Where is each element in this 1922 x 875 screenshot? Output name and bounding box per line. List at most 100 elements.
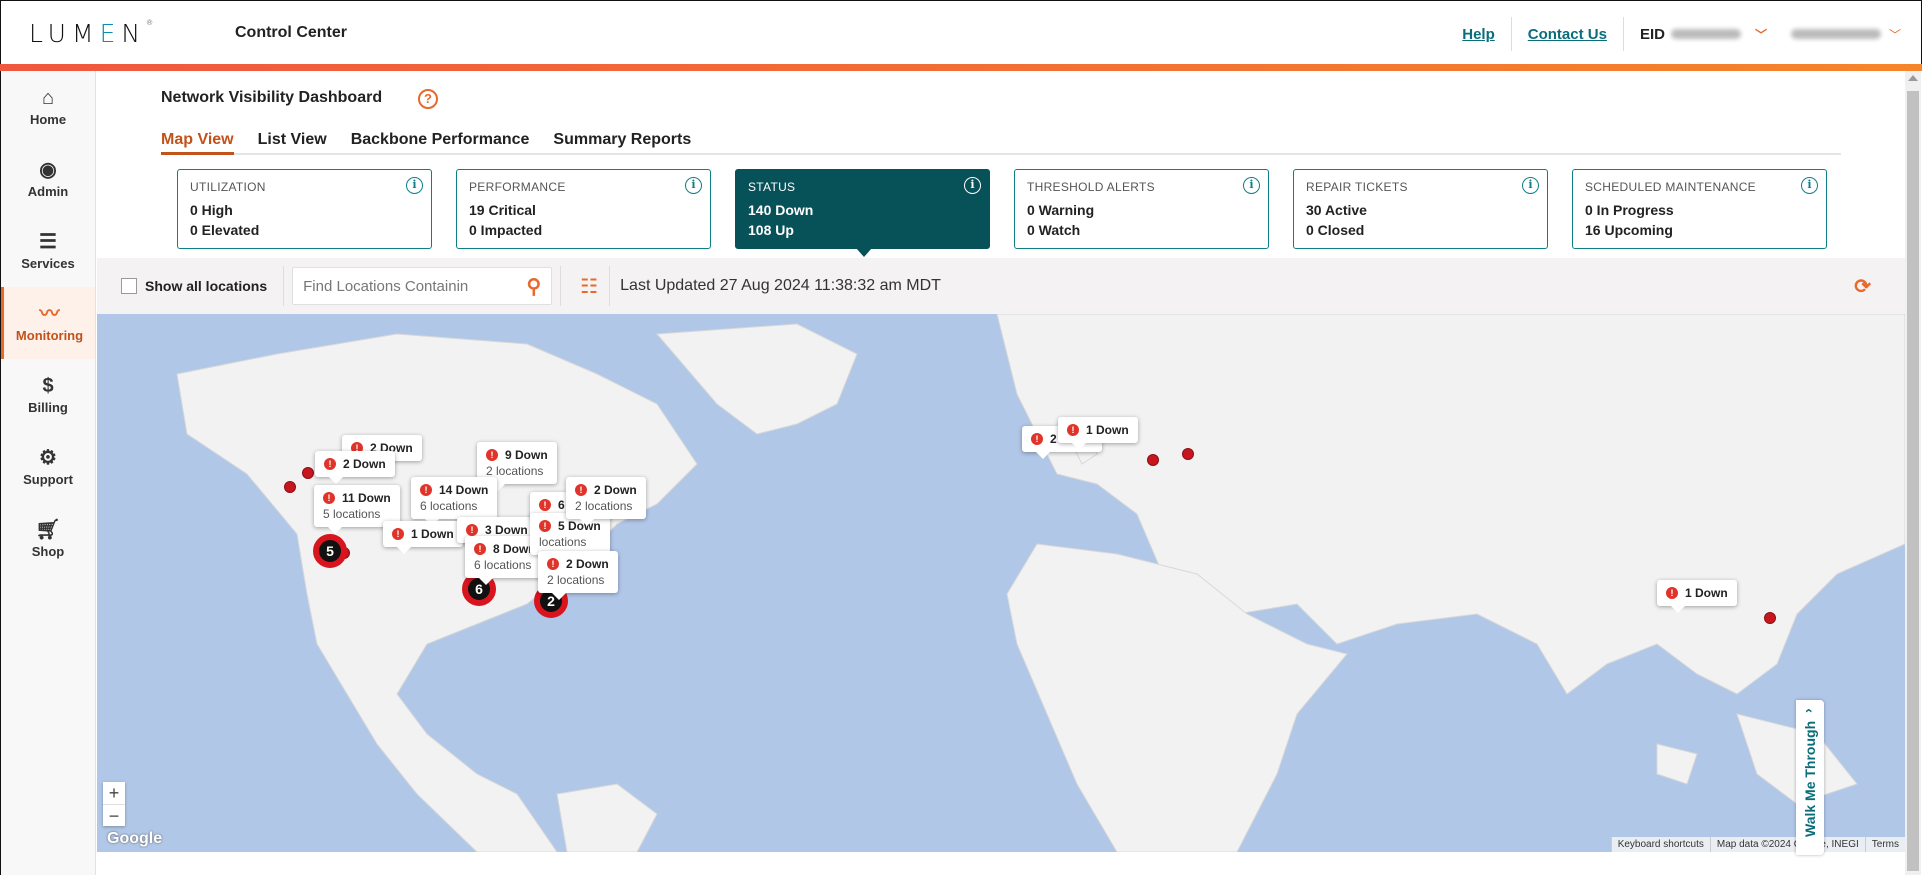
top-header: LUMEN® Control Center Help Contact Us EI… [0, 0, 1922, 64]
cart-icon: 🛒︎ [35, 518, 61, 541]
lumen-logo[interactable]: LUMEN® [29, 19, 153, 48]
popup-subtitle: 6 locations [420, 499, 478, 513]
refresh-icon[interactable]: ⟳ [1854, 274, 1871, 299]
tab-map-view[interactable]: Map View [161, 131, 234, 155]
popup-title: 11 Down [323, 491, 391, 505]
card-performance[interactable]: PERFORMANCE 19 Critical 0 Impacted i [456, 169, 711, 249]
sidebar-item-support[interactable]: ⚙ Support [1, 431, 95, 503]
popup-title: 2 Down [575, 483, 637, 497]
home-icon: ⌂ [41, 86, 55, 109]
sidebar-item-admin[interactable]: ◉ Admin [1, 143, 95, 215]
map-popup[interactable]: 2 Down [315, 451, 395, 484]
last-updated-text: Last Updated 27 Aug 2024 11:38:32 am MDT [620, 277, 941, 294]
card-value: 140 Down [748, 202, 814, 218]
account-selector[interactable]: ﹀ [1767, 26, 1901, 43]
sidebar-item-label: Monitoring [15, 327, 84, 343]
map-popup[interactable]: 1 Down [1657, 580, 1737, 613]
tab-backbone-performance[interactable]: Backbone Performance [351, 131, 530, 153]
popup-title: 2 Down [324, 457, 386, 471]
search-icon[interactable]: ⚲ [526, 274, 541, 299]
map-data-text: Map data ©2024 Google, INEGI [1709, 837, 1865, 852]
popup-subtitle: 6 locations [474, 558, 532, 572]
popup-subtitle: 2 locations [575, 499, 633, 513]
sidebar-item-label: Admin [27, 183, 69, 199]
sidebar-item-services[interactable]: ☰ Services [1, 215, 95, 287]
invoice-icon: $ [42, 374, 54, 397]
walk-me-through-button[interactable]: Walk Me Through ‹ [1796, 700, 1824, 855]
main-content: Network Visibility Dashboard ? Map View … [97, 71, 1905, 875]
card-threshold-alerts[interactable]: THRESHOLD ALERTS 0 Warning 0 Watch i [1014, 169, 1269, 249]
map-popup[interactable]: 2 Down 2 locations [566, 477, 646, 526]
location-pin[interactable] [1147, 454, 1159, 466]
sidebar-item-shop[interactable]: 🛒︎ Shop [1, 503, 95, 575]
show-all-locations-checkbox[interactable] [121, 278, 137, 294]
info-icon[interactable]: i [1522, 177, 1539, 194]
popup-subtitle: locations [539, 535, 587, 549]
card-value: 108 Up [748, 222, 794, 238]
app-title: Control Center [235, 24, 347, 41]
scroll-up-arrow[interactable] [1908, 75, 1918, 81]
zoom-in-button[interactable]: + [103, 782, 125, 804]
info-icon[interactable]: i [1243, 177, 1260, 194]
popup-title: 2 Down [547, 557, 609, 571]
popup-title: 3 Down [466, 523, 528, 537]
card-scheduled-maintenance[interactable]: SCHEDULED MAINTENANCE 0 In Progress 16 Upc… [1572, 169, 1827, 249]
card-value: 0 Closed [1306, 222, 1365, 238]
sidebar-item-monitoring[interactable]: 〰 Monitoring [1, 287, 95, 359]
card-value: 19 Critical [469, 202, 536, 218]
location-pin[interactable] [1764, 612, 1776, 624]
cluster-marker[interactable]: 5 [313, 534, 347, 568]
cluster-count: 5 [326, 543, 334, 559]
filter-sliders-icon[interactable]: ☷ [569, 274, 609, 299]
info-icon[interactable]: i [964, 177, 981, 194]
zoom-out-button[interactable]: − [103, 804, 125, 826]
sidebar-item-label: Services [21, 255, 75, 271]
scrollbar-thumb[interactable] [1907, 91, 1919, 871]
popup-title: 1 Down [1666, 586, 1728, 600]
card-label: UTILIZATION [190, 180, 266, 194]
location-pin[interactable] [1182, 448, 1194, 460]
info-icon[interactable]: i [406, 177, 423, 194]
location-search-input[interactable]: Find Locations Containin ⚲ [292, 267, 553, 305]
card-repair-tickets[interactable]: REPAIR TICKETS 30 Active 0 Closed i [1293, 169, 1548, 249]
map-popup[interactable]: 1 Down [1058, 417, 1138, 450]
map-popup[interactable]: 5 Downlocations [530, 513, 610, 562]
map-popup[interactable]: 2 Down 2 locations [538, 551, 618, 600]
popup-subtitle: 2 locations [547, 573, 605, 587]
map-zoom-control: + − [103, 782, 125, 826]
location-pin[interactable] [302, 467, 314, 479]
map-attribution: Keyboard shortcuts Map data ©2024 Google… [1610, 837, 1905, 852]
divider [560, 266, 562, 306]
walkme-label: Walk Me Through [1802, 720, 1818, 837]
page-scrollbar[interactable] [1905, 71, 1921, 875]
sidebar-item-home[interactable]: ⌂ Home [1, 71, 95, 143]
keyboard-shortcuts-link[interactable]: Keyboard shortcuts [1610, 837, 1710, 852]
map-popup[interactable]: 14 Down 6 locations [411, 477, 498, 526]
tab-list-view[interactable]: List View [258, 131, 327, 153]
status-map[interactable]: 5 6 2 2 Down 2 Down 11 Down5 locations 9… [97, 314, 1905, 852]
contact-us-link[interactable]: Contact Us [1512, 26, 1623, 43]
popup-title: 9 Down [486, 448, 548, 462]
popup-title: 1 Down [392, 527, 454, 541]
terms-link[interactable]: Terms [1864, 837, 1905, 852]
view-tabs: Map View List View Backbone Performance … [161, 131, 1841, 155]
sidebar-item-label: Shop [31, 543, 65, 559]
map-popup[interactable]: 1 Down [383, 521, 463, 554]
divider [283, 266, 285, 306]
sidebar-item-label: Billing [28, 399, 68, 415]
eid-label: EID [1639, 25, 1665, 43]
info-icon[interactable]: i [1801, 177, 1818, 194]
help-question-icon[interactable]: ? [418, 89, 438, 109]
info-icon[interactable]: i [685, 177, 702, 194]
card-value: 0 Elevated [190, 222, 260, 238]
eid-selector[interactable]: EID ﹀ [1624, 26, 1767, 43]
card-utilization[interactable]: UTILIZATION 0 High 0 Elevated i [177, 169, 432, 249]
tab-summary-reports[interactable]: Summary Reports [553, 131, 691, 153]
sidebar-item-billing[interactable]: $ Billing [1, 359, 95, 431]
sidebar: ⌂ Home ◉ Admin ☰ Services 〰 Monitoring $ Bill… [0, 71, 96, 875]
show-all-locations-label[interactable]: Show all locations [145, 278, 267, 294]
help-link[interactable]: Help [1446, 26, 1511, 43]
card-status[interactable]: STATUS 140 Down 108 Up i [735, 169, 990, 257]
chevron-down-icon: ﹀ [1754, 27, 1767, 42]
location-pin[interactable] [284, 481, 296, 493]
